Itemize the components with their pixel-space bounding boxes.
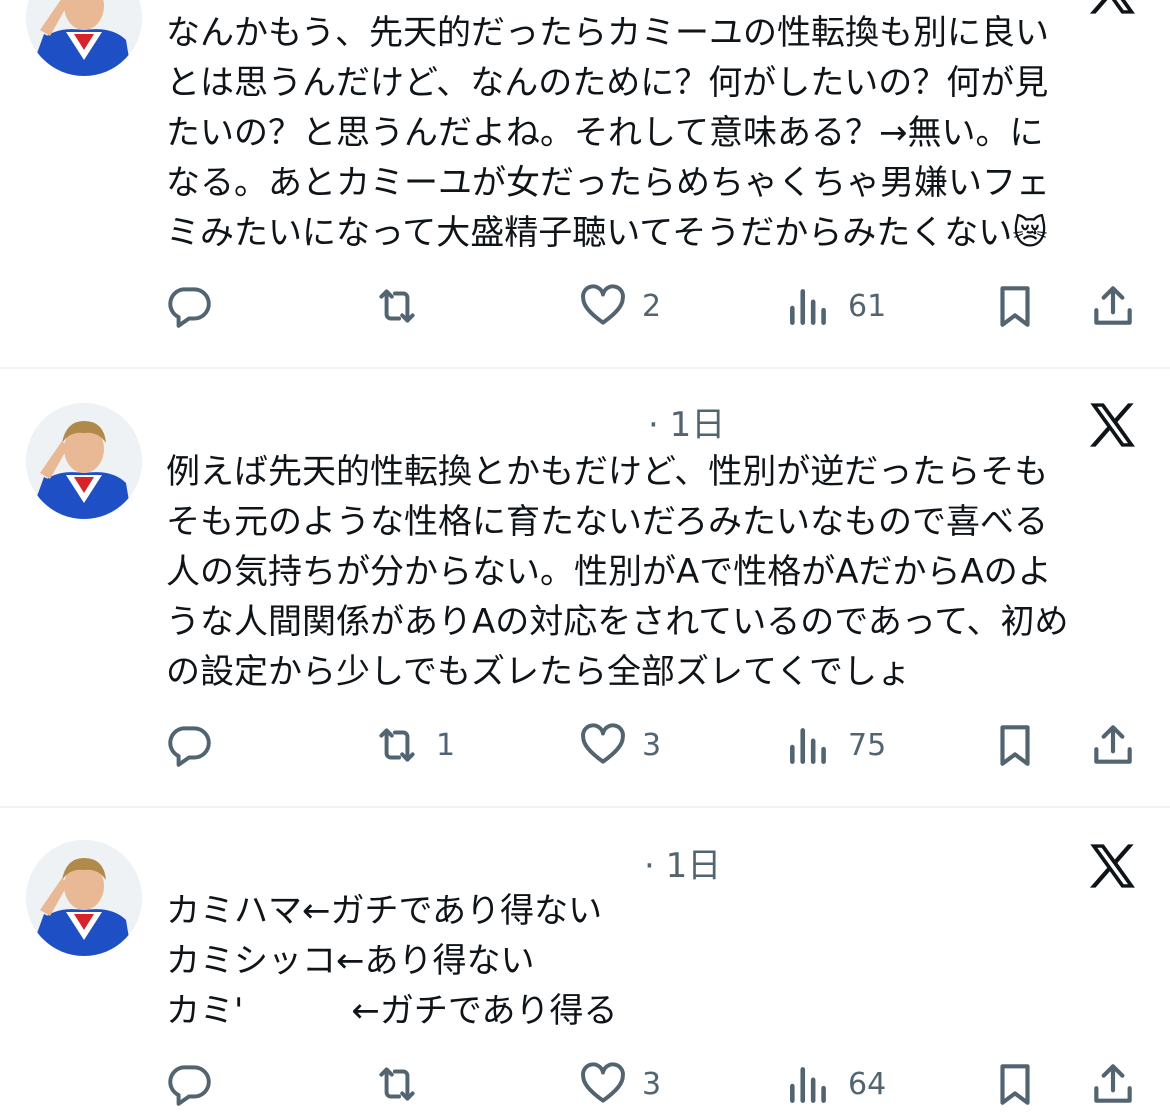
bookmark-icon xyxy=(1000,725,1030,766)
like-button[interactable]: 3 xyxy=(578,715,661,775)
views-button[interactable]: 64 xyxy=(784,1054,886,1114)
bookmark-button[interactable] xyxy=(990,715,1040,775)
share-button[interactable] xyxy=(1088,715,1138,775)
like-icon xyxy=(581,723,625,764)
post-2[interactable]: · 1日 例えば先天的性転換とかもだけど、性別が逆だったらそも そも元のような性… xyxy=(0,369,1170,807)
reply-button[interactable] xyxy=(164,715,228,775)
post-text-fragment: カミ' xyxy=(166,991,244,1031)
post-text-line: そも元のような性格に育たないだろみたいなもので喜べる xyxy=(166,502,1048,542)
views-button[interactable]: 61 xyxy=(784,276,886,336)
avatar[interactable] xyxy=(26,840,142,956)
post-text: 例えば先天的性転換とかもだけど、性別が逆だったらそも そも元のような性格に育たな… xyxy=(166,447,1126,697)
views-count: 61 xyxy=(848,288,887,324)
share-button[interactable] xyxy=(1088,1054,1138,1114)
post-text-line: とは思うんだけど、なんのために？何がしたいの？何が見 xyxy=(166,63,1049,103)
post-text-line: うな人間関係がありAの対応をされているのであって、初め xyxy=(166,602,1069,642)
avatar[interactable] xyxy=(26,0,142,76)
views-icon xyxy=(790,1067,826,1103)
action-bar: 2 61 xyxy=(0,276,1170,336)
share-button[interactable] xyxy=(1088,276,1138,336)
like-button[interactable]: 2 xyxy=(578,276,661,336)
post-text-line: の設定から少しでもズレたら全部ズレてくでしょ xyxy=(166,652,911,692)
views-icon xyxy=(790,289,826,325)
share-icon xyxy=(1094,1064,1132,1103)
post-text-line: 例えば先天的性転換とかもだけど、性別が逆だったらそも xyxy=(166,452,1049,492)
post-text-line: なんかもう、先天的だったらカミーユの性転換も別に良い xyxy=(166,13,1049,53)
avatar[interactable] xyxy=(26,403,142,519)
post-text-fragment: ←ガチであり得る xyxy=(351,991,618,1031)
views-count: 64 xyxy=(848,1066,887,1102)
post-text-line: カミハマ←ガチであり得ない xyxy=(166,891,603,931)
avatar-image xyxy=(26,0,142,76)
repost-icon xyxy=(379,728,415,762)
share-icon xyxy=(1094,725,1132,764)
like-icon xyxy=(581,284,625,325)
action-bar: 3 64 xyxy=(0,1054,1170,1114)
like-icon xyxy=(581,1062,625,1103)
post-1[interactable]: なんかもう、先天的だったらカミーユの性転換も別に良い とは思うんだけど、なんのた… xyxy=(0,0,1170,368)
repost-button[interactable] xyxy=(372,276,436,336)
post-time[interactable]: · 1日 xyxy=(648,397,725,446)
post-text-line: たいの？と思うんだよね。それして意味ある？→無い。に xyxy=(166,113,1044,153)
like-count: 3 xyxy=(642,1066,662,1102)
repost-icon xyxy=(379,289,415,323)
repost-count: 1 xyxy=(436,727,456,763)
post-text-line: ミみたいになって大盛精子聴いてそうだからみたくない😿 xyxy=(166,213,1048,253)
post-text: カミハマ←ガチであり得ない カミシッコ←あり得ない カミ' ←ガチであり得る xyxy=(166,886,1126,1036)
post-3[interactable]: · 1日 カミハマ←ガチであり得ない カミシッコ←あり得ない カミ' ←ガチであり… xyxy=(0,808,1170,1113)
repost-button[interactable] xyxy=(372,1054,436,1114)
repost-icon xyxy=(379,1067,415,1101)
bookmark-icon xyxy=(1000,286,1030,327)
redacted-text xyxy=(243,988,351,1022)
avatar-image xyxy=(26,840,142,956)
action-bar: 1 3 75 xyxy=(0,715,1170,775)
post-text-line: 人の気持ちが分からない。性別がAで性格がAだからAのよ xyxy=(166,552,1052,592)
post-text-line: なる。あとカミーユが女だったらめちゃくちゃ男嫌いフェ xyxy=(166,163,1050,203)
reply-icon xyxy=(168,726,211,767)
like-count: 2 xyxy=(642,288,662,324)
post-text-line: カミシッコ←あり得ない xyxy=(166,941,535,981)
x-logo-icon[interactable] xyxy=(1086,840,1138,892)
post-text-line: カミ' ←ガチであり得る xyxy=(166,986,1126,1036)
reply-button[interactable] xyxy=(164,1054,228,1114)
like-button[interactable]: 3 xyxy=(578,1054,661,1114)
reply-icon xyxy=(168,287,211,328)
reply-icon xyxy=(168,1065,211,1106)
post-time[interactable]: · 1日 xyxy=(644,838,721,887)
share-icon xyxy=(1094,286,1132,325)
repost-button[interactable]: 1 xyxy=(372,715,455,775)
avatar-image xyxy=(26,403,142,519)
post-text: なんかもう、先天的だったらカミーユの性転換も別に良い とは思うんだけど、なんのた… xyxy=(166,8,1126,258)
reply-button[interactable] xyxy=(164,276,228,336)
bookmark-button[interactable] xyxy=(990,1054,1040,1114)
like-count: 3 xyxy=(642,727,662,763)
bookmark-button[interactable] xyxy=(990,276,1040,336)
x-logo-icon[interactable] xyxy=(1086,399,1138,451)
bookmark-icon xyxy=(1000,1064,1030,1105)
views-button[interactable]: 75 xyxy=(784,715,886,775)
views-count: 75 xyxy=(848,727,887,763)
views-icon xyxy=(790,728,826,764)
